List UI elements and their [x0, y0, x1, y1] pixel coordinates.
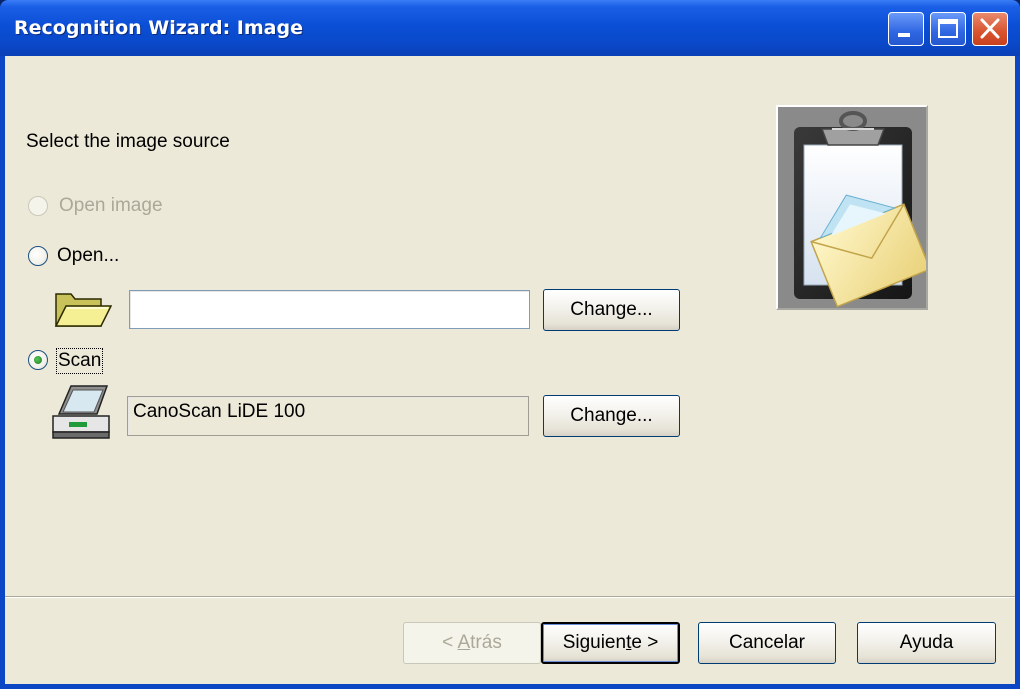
open-image-label: Open image: [59, 195, 163, 216]
close-button[interactable]: [972, 12, 1008, 46]
open-change-button[interactable]: Change...: [543, 289, 680, 331]
radio-open[interactable]: [28, 246, 48, 266]
next-button[interactable]: Siguiente >: [541, 622, 680, 664]
radio-scan[interactable]: [28, 350, 48, 370]
scanner-field[interactable]: CanoScan LiDE 100: [127, 396, 529, 436]
radio-open-image[interactable]: [28, 196, 48, 216]
minimize-button[interactable]: [888, 12, 924, 46]
folder-open-icon: [54, 293, 113, 327]
window-title: Recognition Wizard: Image: [14, 17, 303, 39]
open-path-field[interactable]: [129, 290, 530, 329]
footer-divider: [5, 596, 1015, 598]
close-icon: [980, 18, 1000, 39]
wizard-window: Recognition Wizard: Image Select the ima…: [0, 0, 1020, 689]
scanner-icon: [52, 385, 110, 439]
scan-change-button[interactable]: Change...: [543, 395, 680, 437]
open-label: Open...: [57, 245, 120, 266]
cancel-button[interactable]: Cancelar: [698, 622, 836, 664]
prompt-label: Select the image source: [26, 131, 230, 152]
back-label-prefix: <: [442, 632, 458, 653]
radio-dot: [34, 356, 42, 364]
maximize-button[interactable]: [930, 12, 966, 46]
next-label-rest: e >: [631, 632, 659, 653]
help-button[interactable]: Ayuda: [857, 622, 996, 664]
title-bar[interactable]: Recognition Wizard: Image: [0, 0, 1020, 56]
clipboard-envelope-icon: [794, 111, 932, 308]
scan-label: Scan: [55, 348, 104, 374]
back-label-accel: A: [457, 632, 471, 653]
wizard-illustration: [776, 105, 932, 310]
minimize-icon: [898, 33, 910, 37]
back-label-rest: trás: [470, 632, 502, 653]
dialog-body: Select the image source Open image Open.…: [5, 56, 1015, 684]
maximize-icon: [938, 19, 958, 38]
back-button[interactable]: < Atrás: [403, 622, 541, 664]
next-label-prefix: Siguien: [562, 632, 627, 653]
